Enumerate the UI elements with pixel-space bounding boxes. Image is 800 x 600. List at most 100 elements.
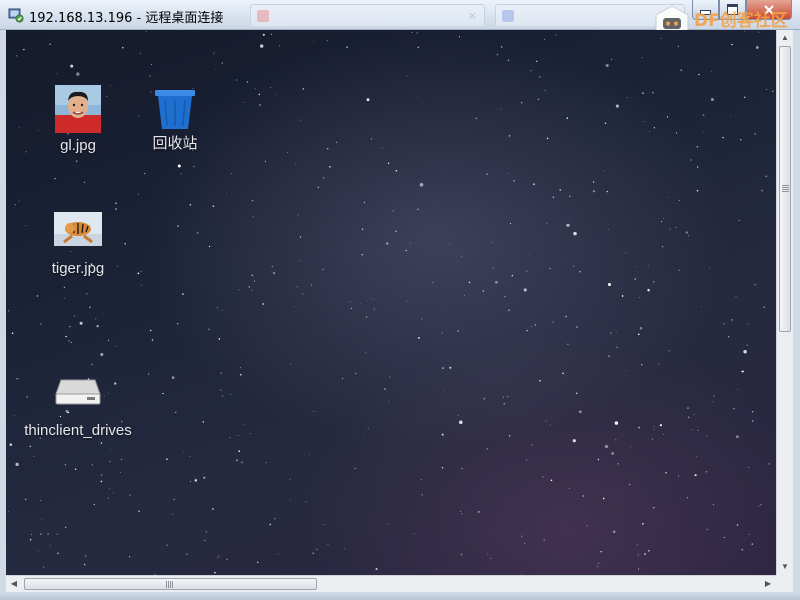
icon-label: tiger.jpg <box>51 260 105 277</box>
star <box>443 389 445 391</box>
star <box>711 71 713 73</box>
star <box>625 370 626 371</box>
star <box>738 219 740 221</box>
desktop-icon-recycle-bin[interactable]: 回收站 <box>137 83 213 159</box>
star <box>258 93 260 96</box>
star <box>503 403 505 405</box>
star <box>573 231 577 236</box>
remote-desktop[interactable]: gl.jpg 回收站 tiger.jpg thinclient_drives <box>6 30 776 575</box>
star <box>124 243 126 245</box>
star <box>772 90 774 92</box>
star <box>413 533 415 535</box>
star <box>538 76 541 78</box>
star <box>149 75 151 77</box>
star <box>405 249 407 252</box>
scroll-up-icon[interactable]: ▲ <box>777 30 793 46</box>
star <box>637 333 640 336</box>
star <box>38 551 40 553</box>
star <box>389 376 391 378</box>
star <box>614 421 619 425</box>
star <box>257 561 259 563</box>
star <box>542 476 544 478</box>
horizontal-scroll-thumb[interactable] <box>24 578 317 590</box>
star <box>57 552 59 554</box>
vertical-scrollbar[interactable]: ▲ ▼ <box>776 30 793 575</box>
star <box>33 456 35 457</box>
star <box>461 255 462 257</box>
star <box>604 444 609 449</box>
star <box>500 108 502 110</box>
star <box>194 479 198 482</box>
scroll-left-icon[interactable]: ◀ <box>6 576 22 592</box>
background-tab: × <box>250 4 485 26</box>
star <box>597 562 600 565</box>
desktop-icon-gl-jpg[interactable]: gl.jpg <box>40 83 116 159</box>
star <box>237 435 239 437</box>
star <box>149 329 152 332</box>
star <box>388 400 390 402</box>
star <box>713 395 715 397</box>
scroll-down-icon[interactable]: ▼ <box>777 559 793 575</box>
close-button[interactable] <box>746 0 792 20</box>
star <box>151 63 153 65</box>
window-frame-bottom <box>0 592 800 600</box>
star <box>576 326 578 328</box>
star <box>25 151 27 153</box>
star <box>549 424 551 426</box>
horizontal-scrollbar[interactable]: ◀ ▶ <box>6 575 776 592</box>
star <box>246 81 249 83</box>
star <box>208 245 211 248</box>
star <box>653 281 655 283</box>
scroll-right-icon[interactable]: ▶ <box>760 576 776 592</box>
star <box>492 267 494 269</box>
star <box>300 119 302 121</box>
star <box>100 480 103 483</box>
star <box>236 79 238 81</box>
star <box>237 289 240 291</box>
star <box>723 323 725 325</box>
star <box>457 330 459 332</box>
star <box>755 46 759 49</box>
star <box>38 130 39 131</box>
star <box>91 464 93 466</box>
star <box>625 252 627 254</box>
star <box>647 265 649 267</box>
star <box>113 492 114 494</box>
star <box>64 526 67 528</box>
star <box>748 533 750 535</box>
star <box>100 352 104 357</box>
star <box>84 555 87 557</box>
star <box>621 295 624 297</box>
maximize-button[interactable] <box>719 0 746 20</box>
star <box>295 163 297 165</box>
desktop-icon-tiger-jpg[interactable]: tiger.jpg <box>40 206 116 282</box>
star <box>478 511 480 513</box>
star <box>690 159 692 161</box>
star <box>349 301 351 303</box>
star <box>205 530 208 533</box>
star <box>616 346 618 349</box>
star <box>675 226 677 229</box>
star <box>459 420 463 425</box>
starfield-wallpaper <box>7 30 774 575</box>
vertical-scroll-thumb[interactable] <box>779 46 791 332</box>
star <box>213 52 215 54</box>
star <box>323 524 325 526</box>
star <box>341 377 344 380</box>
star <box>208 328 210 330</box>
star <box>449 244 451 246</box>
star <box>615 104 619 108</box>
star <box>647 288 650 292</box>
star <box>421 318 423 320</box>
star <box>244 102 245 103</box>
star <box>728 336 730 338</box>
star <box>277 553 279 555</box>
star <box>129 556 131 558</box>
photo-thumbnail-icon <box>55 85 101 133</box>
star <box>555 34 557 36</box>
minimize-button[interactable] <box>692 0 719 20</box>
star <box>530 70 532 72</box>
star <box>763 306 766 309</box>
tab-favicon-icon <box>502 10 514 22</box>
desktop-icon-thinclient-drives[interactable]: thinclient_drives <box>10 368 146 448</box>
